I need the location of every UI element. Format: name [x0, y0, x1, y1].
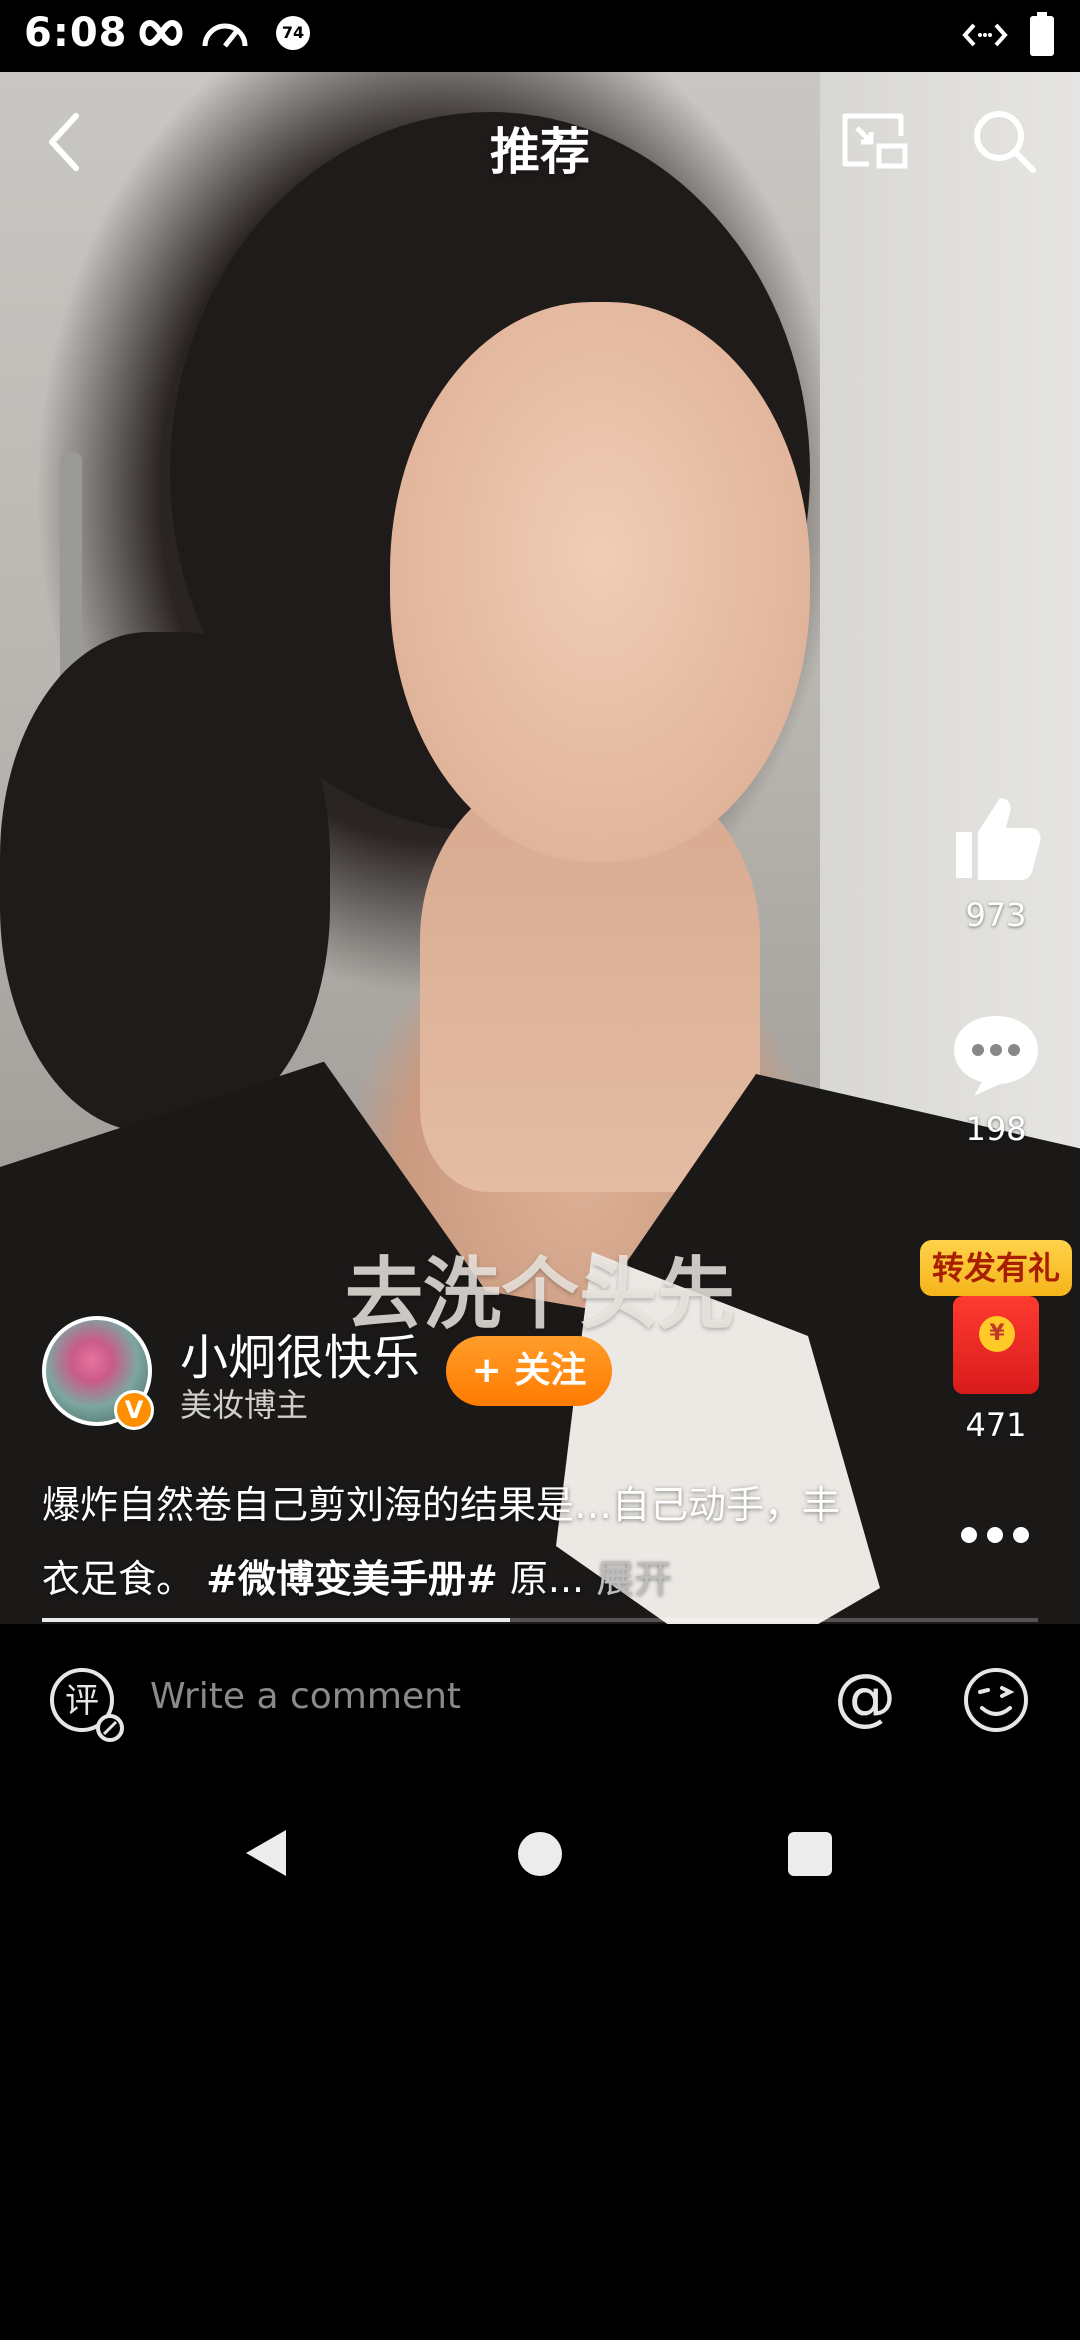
infinity-icon	[139, 19, 183, 47]
caption-hashtag[interactable]: #微博变美手册#	[206, 1557, 498, 1601]
thumbs-up-icon	[956, 798, 1041, 880]
comment-edit-icon[interactable]: 评	[46, 1664, 126, 1744]
cast-screen-icon[interactable]	[835, 102, 915, 182]
follow-button[interactable]: + 关注	[446, 1336, 612, 1406]
verified-badge: V	[114, 1390, 154, 1430]
more-dots-icon[interactable]	[955, 1510, 1035, 1560]
comment-icon-char: 评	[65, 1681, 99, 1721]
video-header: 推荐	[0, 72, 1080, 212]
share-gift-tag[interactable]: 转发有礼	[920, 1240, 1072, 1296]
video-background	[0, 632, 330, 1132]
system-nav-bar	[0, 1784, 1080, 1914]
page-title: 推荐	[490, 123, 590, 181]
video-caption[interactable]: 爆炸自然卷自己剪刘海的结果是…自己动手，丰衣足食。 #微博变美手册# 原... …	[42, 1468, 852, 1616]
share-count: 471	[965, 1406, 1027, 1444]
wink-emoji-icon[interactable]	[960, 1664, 1032, 1736]
expand-link[interactable]: 展开	[584, 1557, 672, 1601]
video-background	[820, 72, 1080, 1172]
comment-input[interactable]: Write a comment	[150, 1676, 461, 1717]
comment-button[interactable]: 198	[936, 1010, 1056, 1148]
status-bar: 6:08 74	[0, 0, 1080, 72]
code-arrows-icon	[962, 23, 1008, 47]
status-time: 6:08	[24, 10, 128, 56]
like-button[interactable]: 973	[936, 790, 1056, 934]
video-progress[interactable]	[42, 1618, 1038, 1622]
comment-bar: 评 Write a comment @	[0, 1624, 1080, 1784]
video-background	[390, 302, 810, 862]
at-symbol: @	[834, 1664, 896, 1733]
like-count: 973	[965, 896, 1027, 934]
video-subtitle: 去洗个头先	[344, 1250, 735, 1340]
speedometer-icon	[202, 23, 248, 48]
red-envelope-icon[interactable]: ¥	[953, 1296, 1039, 1394]
author-name[interactable]: 小炯很快乐	[180, 1318, 420, 1388]
nav-recents-icon[interactable]	[788, 1832, 832, 1876]
nav-back-icon[interactable]	[242, 1826, 290, 1880]
author-role: 美妆博主	[180, 1386, 309, 1424]
share-count-wrap: 471	[936, 1400, 1056, 1444]
comment-count: 198	[965, 1110, 1027, 1148]
chat-bubble-icon	[954, 1016, 1038, 1096]
nav-home-icon[interactable]	[518, 1832, 562, 1876]
video-progress-fill	[42, 1618, 511, 1622]
coin-icon: ¥	[979, 1316, 1015, 1352]
caption-suffix: 原...	[497, 1557, 585, 1601]
notification-74-icon: 74	[276, 16, 310, 50]
at-mention-icon[interactable]: @	[830, 1664, 900, 1734]
search-icon[interactable]	[965, 102, 1045, 182]
battery-icon	[1030, 12, 1054, 56]
